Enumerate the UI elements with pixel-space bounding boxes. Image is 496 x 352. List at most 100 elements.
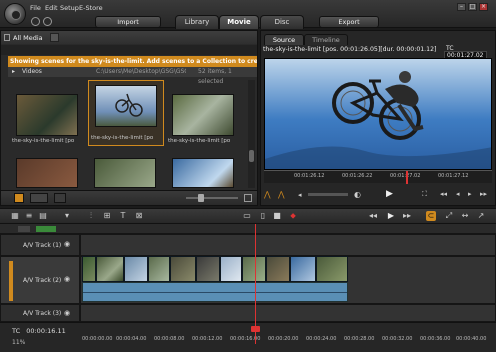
- timeline-clip[interactable]: [266, 256, 290, 282]
- storyboard-icon[interactable]: ▤: [38, 211, 48, 221]
- more-icon[interactable]: ↗: [476, 211, 486, 221]
- maximize-icon[interactable]: □: [468, 3, 477, 11]
- snap-icon[interactable]: ⊞: [102, 211, 112, 221]
- dropdown-icon[interactable]: ▾: [62, 211, 72, 221]
- view-thumbnails-icon[interactable]: [14, 193, 24, 203]
- menu-setup[interactable]: Setup: [60, 4, 79, 12]
- timeline-clip[interactable]: [290, 256, 316, 282]
- track-body-1[interactable]: [80, 234, 496, 256]
- tab-source[interactable]: Source: [264, 34, 304, 45]
- thumb-label: the-sky-is-the-limit [po: [12, 138, 75, 144]
- video-preview[interactable]: [264, 58, 492, 170]
- ruler-label: 00:00:28.00: [344, 336, 375, 342]
- next-frame-icon[interactable]: ▸: [468, 190, 472, 198]
- timeline-clip[interactable]: [242, 256, 266, 282]
- fullscreen-icon[interactable]: ⛶: [422, 190, 427, 199]
- timeline-forward-icon[interactable]: ▸▸: [402, 211, 412, 221]
- track-header-3[interactable]: A/V Track (3) ◉: [0, 304, 80, 322]
- track-header-2[interactable]: A/V Track (2) ◉: [0, 256, 80, 304]
- mark-out-icon[interactable]: ⋀: [278, 190, 285, 199]
- tab-library[interactable]: Library: [175, 15, 219, 29]
- collapse-icon[interactable]: [4, 34, 10, 41]
- timeline-clip[interactable]: [196, 256, 220, 282]
- playhead-handle[interactable]: [251, 326, 260, 332]
- step-back-icon[interactable]: ◂◂: [440, 190, 447, 198]
- volume-icon[interactable]: ◂: [298, 191, 302, 199]
- zoom-slider-handle[interactable]: [198, 194, 204, 202]
- tc-value: 00:00:16.11: [26, 327, 66, 335]
- library-search-strip: [1, 45, 257, 55]
- export-button[interactable]: Export: [319, 16, 379, 28]
- library-tab-icon[interactable]: [50, 33, 59, 42]
- timeline-clip[interactable]: [316, 256, 348, 282]
- undo-icon[interactable]: [31, 17, 40, 26]
- lock-icon[interactable]: [18, 226, 30, 232]
- visibility-icon[interactable]: ◉: [64, 309, 70, 317]
- ruler-label: 00:00:40.00: [456, 336, 487, 342]
- menu-estore[interactable]: E-Store: [79, 4, 103, 12]
- expand-view-icon[interactable]: [244, 194, 252, 202]
- grid-icon[interactable]: ▦: [10, 211, 20, 221]
- track-body-3[interactable]: [80, 304, 496, 322]
- timeline-clip[interactable]: [82, 256, 96, 282]
- tab-timeline[interactable]: Timeline: [304, 34, 348, 45]
- source-playhead[interactable]: [406, 171, 408, 184]
- menu-file[interactable]: File: [30, 4, 41, 12]
- trash-icon[interactable]: ▯: [258, 211, 268, 221]
- import-button[interactable]: Import: [95, 16, 161, 28]
- mixer-icon[interactable]: ⫶: [86, 211, 96, 221]
- prev-frame-icon[interactable]: ◂: [456, 190, 460, 198]
- close-icon[interactable]: ×: [479, 3, 488, 11]
- timeline-clip[interactable]: [220, 256, 242, 282]
- library-thumb[interactable]: [94, 158, 156, 188]
- source-scrubber[interactable]: 00:01:26.12 00:01:26.22 00:01:27.02 00:0…: [264, 170, 492, 184]
- title-icon[interactable]: T: [118, 211, 128, 221]
- visibility-icon[interactable]: ◉: [64, 240, 70, 248]
- library-thumb[interactable]: [16, 158, 78, 188]
- shuttle-icon[interactable]: ◐: [354, 190, 361, 199]
- tab-movie[interactable]: Movie: [219, 15, 259, 29]
- minimize-icon[interactable]: –: [457, 3, 466, 11]
- library-thumb[interactable]: the-sky-is-the-limit [po: [168, 80, 244, 146]
- library-scrollbar[interactable]: [248, 80, 255, 188]
- source-title: the-sky-is-the-limit [pos. 00:01:26.05][…: [263, 46, 437, 53]
- audio-clip[interactable]: [82, 282, 348, 302]
- split-icon[interactable]: ⊠: [134, 211, 144, 221]
- master-volume-icon[interactable]: [36, 226, 56, 232]
- play-button[interactable]: ▶: [386, 189, 393, 199]
- menu-edit[interactable]: Edit: [45, 4, 58, 12]
- view-mode-dropdown[interactable]: [30, 193, 48, 203]
- redo-icon[interactable]: [43, 17, 52, 26]
- trim-icon[interactable]: ⤢: [444, 211, 454, 221]
- tc-label: TC: [12, 327, 21, 335]
- timeline-clip[interactable]: [96, 256, 124, 282]
- mark-in-icon[interactable]: ⋀: [264, 190, 271, 199]
- timeline-clip[interactable]: [124, 256, 148, 282]
- sort-icon[interactable]: [54, 193, 66, 203]
- library-thumb-selected[interactable]: the-sky-is-the-limit [po: [88, 80, 164, 146]
- list-icon[interactable]: ≡: [24, 211, 34, 221]
- camera-icon[interactable]: ■: [272, 211, 282, 221]
- library-thumb[interactable]: [172, 158, 234, 188]
- timeline-clip[interactable]: [148, 256, 170, 282]
- expand-icon[interactable]: ▸: [12, 67, 15, 77]
- thumbnail-icon[interactable]: ▭: [242, 211, 252, 221]
- library-thumb[interactable]: the-sky-is-the-limit [po: [12, 80, 88, 146]
- timeline-back-icon[interactable]: ◂◂: [368, 211, 378, 221]
- visibility-icon[interactable]: ◉: [64, 275, 70, 283]
- marker-icon[interactable]: ⬥: [288, 211, 298, 221]
- step-forward-icon[interactable]: ▸▸: [480, 190, 487, 198]
- timeline-clip[interactable]: [170, 256, 196, 282]
- track-header-1[interactable]: A/V Track (1) ◉: [0, 234, 80, 256]
- zoom-slider[interactable]: [186, 197, 238, 199]
- ruler-label: 00:00:04.00: [116, 336, 147, 342]
- ruler-label: 00:00:08.00: [154, 336, 185, 342]
- tab-disc[interactable]: Disc: [260, 15, 304, 29]
- all-media-label[interactable]: All Media: [13, 34, 43, 42]
- arrange-icon[interactable]: ↔: [460, 211, 470, 221]
- thumb-label: the-sky-is-the-limit [po: [168, 138, 231, 144]
- timeline-play-button[interactable]: ▶: [386, 211, 396, 221]
- track-name: A/V Track (3): [23, 310, 62, 317]
- volume-slider[interactable]: [308, 193, 348, 196]
- ripple-icon[interactable]: ⊂: [426, 211, 436, 221]
